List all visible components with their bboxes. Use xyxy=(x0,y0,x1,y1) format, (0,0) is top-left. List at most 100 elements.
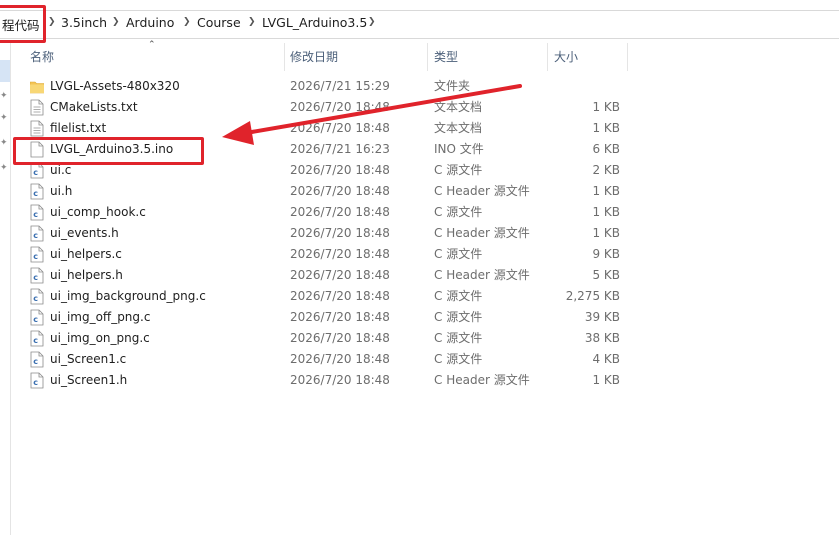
file-row[interactable]: c ui_helpers.c 2026/7/20 18:48 C 源文件 9 KB xyxy=(18,244,634,265)
file-modified-date: 2026/7/20 18:48 xyxy=(290,205,390,219)
address-bar: 程代码 ❯ 3.5inch ❯ Arduino ❯ Course ❯ LVGL_… xyxy=(0,0,839,43)
file-modified-date: 2026/7/20 18:48 xyxy=(290,331,390,345)
file-row[interactable]: CMakeLists.txt 2026/7/20 18:48 文本文档 1 KB xyxy=(18,97,634,118)
breadcrumb-separator-icon[interactable]: ❯ xyxy=(183,17,191,27)
file-name: ui_Screen1.c xyxy=(50,352,127,366)
breadcrumb-separator-icon[interactable]: ❯ xyxy=(248,17,256,27)
file-type: C 源文件 xyxy=(434,247,483,261)
file-type: C 源文件 xyxy=(434,331,483,345)
file-type: C 源文件 xyxy=(434,310,483,324)
pin-icon: ✦ xyxy=(0,91,8,101)
file-modified-date: 2026/7/20 18:48 xyxy=(290,163,390,177)
file-row[interactable]: c ui_Screen1.c 2026/7/20 18:48 C 源文件 4 KB xyxy=(18,349,634,370)
file-row[interactable]: c ui_helpers.h 2026/7/20 18:48 C Header 源文件… xyxy=(18,265,634,286)
file-name: ui_img_background_png.c xyxy=(50,289,206,303)
text-file-icon xyxy=(30,99,44,116)
file-size: 6 KB xyxy=(592,142,620,156)
breadcrumb-separator-icon[interactable]: ❯ xyxy=(112,17,120,27)
file-row[interactable]: c ui_Screen1.h 2026/7/20 18:48 C Header 源文件… xyxy=(18,370,634,391)
file-size: 2,275 KB xyxy=(565,289,620,303)
svg-text:c: c xyxy=(33,210,38,219)
c-file-icon: c xyxy=(30,288,44,305)
column-header-size[interactable]: 大小 xyxy=(554,43,578,71)
column-header-name[interactable]: 名称 xyxy=(30,43,54,71)
file-name: ui_events.h xyxy=(50,226,119,240)
breadcrumb-highlight-box xyxy=(0,5,46,43)
c-file-icon: c xyxy=(30,351,44,368)
file-modified-date: 2026/7/20 18:48 xyxy=(290,352,390,366)
file-size: 2 KB xyxy=(592,163,620,177)
file-modified-date: 2026/7/20 18:48 xyxy=(290,121,390,135)
file-type: 文件夹 xyxy=(434,79,471,93)
file-modified-date: 2026/7/21 15:29 xyxy=(290,79,390,93)
breadcrumb-item-2[interactable]: Arduino xyxy=(126,15,174,30)
folder-icon xyxy=(29,78,45,95)
breadcrumb-item-4[interactable]: LVGL_Arduino3.5 xyxy=(262,15,367,30)
c-file-icon: c xyxy=(30,267,44,284)
file-type: C 源文件 xyxy=(434,205,483,219)
pin-icon: ✦ xyxy=(0,163,8,173)
file-name: ui_comp_hook.c xyxy=(50,205,146,219)
file-modified-date: 2026/7/20 18:48 xyxy=(290,268,390,282)
file-modified-date: 2026/7/20 18:48 xyxy=(290,184,390,198)
file-modified-date: 2026/7/20 18:48 xyxy=(290,373,390,387)
file-size: 39 KB xyxy=(584,310,620,324)
file-row[interactable]: c ui.h 2026/7/20 18:48 C Header 源文件 1 KB xyxy=(18,181,634,202)
column-divider[interactable] xyxy=(627,43,628,71)
c-file-icon: c xyxy=(30,330,44,347)
nav-selected-item[interactable] xyxy=(0,60,10,82)
file-size: 1 KB xyxy=(592,100,620,114)
file-row[interactable]: c ui_img_on_png.c 2026/7/20 18:48 C 源文件 38 K… xyxy=(18,328,634,349)
svg-text:c: c xyxy=(33,168,38,177)
breadcrumb-item-3[interactable]: Course xyxy=(197,15,241,30)
file-modified-date: 2026/7/21 16:23 xyxy=(290,142,390,156)
file-row[interactable]: LVGL-Assets-480x320 2026/7/21 15:29 文件夹 xyxy=(18,76,634,97)
file-size: 1 KB xyxy=(592,373,620,387)
file-size: 5 KB xyxy=(592,268,620,282)
c-file-icon: c xyxy=(30,309,44,326)
file-row[interactable]: c ui_comp_hook.c 2026/7/20 18:48 C 源文件 1 KB xyxy=(18,202,634,223)
file-name: ui_img_on_png.c xyxy=(50,331,150,345)
file-name: CMakeLists.txt xyxy=(50,100,138,114)
sort-ascending-icon: ⌃ xyxy=(148,40,156,50)
ino-file-highlight-box xyxy=(13,137,204,165)
text-file-icon xyxy=(30,120,44,137)
file-type: 文本文档 xyxy=(434,100,483,114)
svg-text:c: c xyxy=(33,357,38,366)
pin-icon: ✦ xyxy=(0,113,8,123)
file-row[interactable]: c ui_img_off_png.c 2026/7/20 18:48 C 源文件 39 … xyxy=(18,307,634,328)
svg-text:c: c xyxy=(33,273,38,282)
file-modified-date: 2026/7/20 18:48 xyxy=(290,247,390,261)
svg-text:c: c xyxy=(33,252,38,261)
navigation-pane-edge[interactable]: ✦ ✦ ✦ ✦ xyxy=(0,43,11,535)
file-name: filelist.txt xyxy=(50,121,107,135)
c-file-icon: c xyxy=(30,204,44,221)
file-row[interactable]: filelist.txt 2026/7/20 18:48 文本文档 1 KB xyxy=(18,118,634,139)
file-row[interactable]: c ui_events.h 2026/7/20 18:48 C Header 源文件 1… xyxy=(18,223,634,244)
breadcrumb-item-1[interactable]: 3.5inch xyxy=(61,15,107,30)
column-header-type[interactable]: 类型 xyxy=(434,43,458,71)
chevron-right-icon[interactable]: ❯ xyxy=(368,17,376,27)
column-divider[interactable] xyxy=(284,43,285,71)
pin-icon: ✦ xyxy=(0,138,8,148)
file-name: LVGL-Assets-480x320 xyxy=(50,79,180,93)
column-divider[interactable] xyxy=(427,43,428,71)
file-size: 4 KB xyxy=(592,352,620,366)
file-name: ui.h xyxy=(50,184,73,198)
file-type: C Header 源文件 xyxy=(434,184,530,198)
file-modified-date: 2026/7/20 18:48 xyxy=(290,100,390,114)
file-type: C Header 源文件 xyxy=(434,268,530,282)
file-row[interactable]: c ui_img_background_png.c 2026/7/20 18:48 C… xyxy=(18,286,634,307)
file-size: 9 KB xyxy=(592,247,620,261)
breadcrumb-separator-icon[interactable]: ❯ xyxy=(48,17,56,27)
file-name: ui_Screen1.h xyxy=(50,373,128,387)
svg-text:c: c xyxy=(33,378,38,387)
file-size: 1 KB xyxy=(592,184,620,198)
file-name: ui_helpers.h xyxy=(50,268,123,282)
column-header-date[interactable]: 修改日期 xyxy=(290,43,338,71)
c-file-icon: c xyxy=(30,246,44,263)
file-type: 文本文档 xyxy=(434,121,483,135)
column-divider[interactable] xyxy=(547,43,548,71)
c-file-icon: c xyxy=(30,372,44,389)
svg-text:c: c xyxy=(33,189,38,198)
